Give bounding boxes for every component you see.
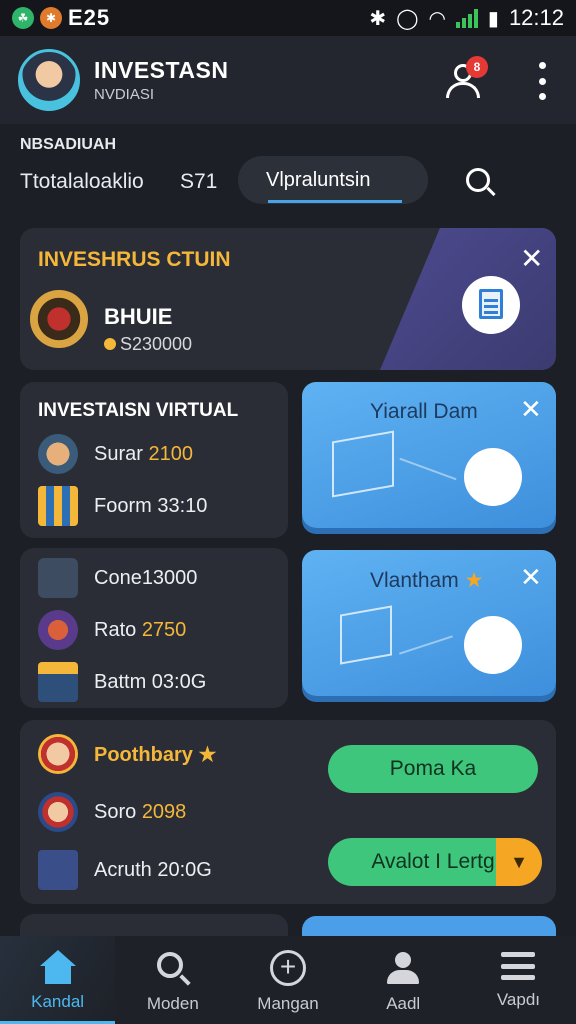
tools-button[interactable] <box>464 616 522 674</box>
secondary-button[interactable]: Avalot I Lertg ▼ <box>328 838 542 886</box>
close-icon[interactable]: ✕ <box>520 562 542 593</box>
notification-badge: 8 <box>466 56 488 78</box>
signal-icon <box>455 8 478 28</box>
avatar[interactable] <box>18 49 80 111</box>
nav-item-kandal[interactable]: Kandal <box>0 936 116 1024</box>
list-item[interactable]: Cone13000 <box>38 556 197 600</box>
wifi-icon: ◠ <box>428 7 446 30</box>
gauge-button[interactable] <box>464 448 522 506</box>
nav-item-moden[interactable]: Moden <box>115 936 230 1024</box>
section-label: NBSADIUAH <box>20 136 116 153</box>
cube-icon <box>332 430 394 498</box>
promo-title: INVESHRUS CTUIN <box>38 248 231 271</box>
map-icon <box>340 605 392 665</box>
total-value: S71 <box>180 170 218 193</box>
app-title: INVESTASN <box>94 57 229 83</box>
tablet-icon <box>38 558 78 598</box>
person-icon <box>385 950 421 986</box>
filter-row: Ttotalaloaklio S71 Vlpraluntsin <box>0 156 576 208</box>
character-icon <box>38 734 78 774</box>
search-icon[interactable] <box>464 166 496 198</box>
calendar-icon <box>38 662 78 702</box>
close-icon[interactable]: ✕ <box>520 242 543 275</box>
search-icon <box>155 950 191 986</box>
list-item[interactable]: Surar 2100 <box>38 432 193 476</box>
filter-tab[interactable]: Vlpraluntsin <box>238 156 428 204</box>
chevron-down-icon: ▼ <box>496 838 542 886</box>
game-notification-icon: ✱ <box>40 7 62 29</box>
more-options-icon[interactable] <box>532 62 552 100</box>
star-icon: ★ <box>198 743 217 766</box>
virtual-card[interactable]: Yiarall Dam ✕ <box>302 382 556 528</box>
document-button[interactable] <box>462 276 520 334</box>
clock: 12:12 <box>508 5 564 30</box>
star-icon: ★ <box>464 569 484 592</box>
home-icon <box>39 950 76 984</box>
list-item[interactable]: Foorm 33:10 <box>38 484 207 528</box>
status-bar: ☘ ✱ E25 ✱ ◯ ◠ ▮ 12:12 <box>0 0 576 36</box>
nav-item-mangan[interactable]: + Mangan <box>230 936 345 1024</box>
shield-icon <box>30 290 88 348</box>
nav-item-vapdi[interactable]: Vapdı <box>461 936 576 1024</box>
list-item[interactable]: Poothbary ★ <box>38 732 216 776</box>
profile-button[interactable]: 8 <box>444 56 488 100</box>
investment-card[interactable]: INVESTAISN VIRTUAL Surar 2100 Foorm 33:1… <box>20 382 288 538</box>
nav-item-aadl[interactable]: Aadl <box>346 936 461 1024</box>
status-text: E25 <box>68 5 111 30</box>
document-icon <box>479 289 503 319</box>
bar-chart-icon <box>38 486 78 526</box>
list-item[interactable]: Rato 2750 <box>38 608 186 652</box>
character-icon <box>38 792 78 832</box>
app-header: INVESTASN NVDIASI 8 <box>0 36 576 124</box>
list-item[interactable]: Acruth 20:0G <box>38 848 212 892</box>
promo-amount: S230000 <box>104 334 192 355</box>
card-title: INVESTAISN VIRTUAL <box>38 400 239 421</box>
promo-card[interactable]: INVESHRUS CTUIN ✕ BHUIE S230000 <box>20 228 556 370</box>
bluetooth-icon: ✱ <box>369 7 387 30</box>
bottom-nav: Kandal Moden + Mangan Aadl Vapdı <box>0 936 576 1024</box>
coin-icon <box>104 338 116 350</box>
character-icon <box>38 434 78 474</box>
alarm-icon: ◯ <box>396 7 419 30</box>
primary-button[interactable]: Poma Ka <box>328 745 538 793</box>
close-icon[interactable]: ✕ <box>520 394 542 425</box>
app-subtitle: NVDIASI <box>94 86 155 103</box>
app-notification-icon: ☘ <box>12 7 34 29</box>
menu-icon <box>501 950 536 982</box>
card-title: Vlantham ★ <box>370 569 484 592</box>
emblem-icon <box>38 610 78 650</box>
stats-card[interactable]: Cone13000 Rato 2750 Battm 03:0G <box>20 548 288 708</box>
brand: INVESTASN NVDIASI <box>94 57 228 103</box>
document-icon <box>38 850 78 890</box>
battery-icon: ▮ <box>487 7 499 30</box>
filter-tab-indicator <box>268 200 402 203</box>
plus-icon: + <box>270 950 306 986</box>
card-title: Yiarall Dam <box>370 400 478 423</box>
list-item[interactable]: Battm 03:0G <box>38 660 206 704</box>
total-label: Ttotalaloaklio <box>20 170 144 193</box>
vlantham-card[interactable]: Vlantham ★ ✕ <box>302 550 556 696</box>
promo-name: BHUIE <box>104 304 173 329</box>
list-item[interactable]: Soro 2098 <box>38 790 186 834</box>
